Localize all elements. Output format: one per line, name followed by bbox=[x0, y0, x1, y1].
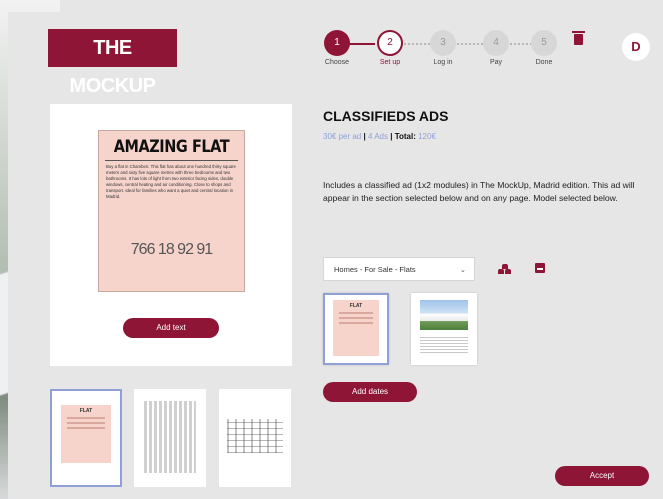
step-number: 2 bbox=[377, 30, 403, 56]
price-per-ad: 30€ per ad bbox=[323, 132, 362, 141]
model-option-flat[interactable]: FLAT bbox=[323, 293, 389, 365]
image-icon[interactable] bbox=[535, 263, 545, 273]
thumbnail-line bbox=[67, 417, 105, 419]
model-line bbox=[339, 317, 373, 319]
step-login[interactable]: 3 Log in bbox=[423, 30, 463, 66]
users-icon[interactable] bbox=[498, 264, 512, 274]
model-option-photo[interactable] bbox=[411, 293, 477, 365]
price-summary: 30€ per ad | 4 Ads | Total: 120€ bbox=[323, 132, 436, 141]
thumbnail-line bbox=[67, 422, 105, 424]
section-select-value: Homes - For Sale - Flats bbox=[334, 265, 416, 274]
model-line bbox=[339, 312, 373, 314]
step-number: 1 bbox=[324, 30, 350, 56]
thumbnail-line bbox=[67, 427, 105, 429]
step-number: 4 bbox=[483, 30, 509, 56]
step-setup[interactable]: 2 Set up bbox=[370, 30, 410, 66]
model-line bbox=[339, 322, 373, 324]
add-dates-button[interactable]: Add dates bbox=[323, 382, 417, 402]
model-preview: FLAT bbox=[333, 300, 379, 356]
ad-body: Buy a flat in Chamberi. This flat has ab… bbox=[106, 164, 236, 199]
thumbnail-ad-image: FLAT bbox=[61, 405, 111, 463]
model-ad-title: FLAT bbox=[349, 303, 363, 309]
step-label: Pay bbox=[489, 59, 503, 66]
section-select[interactable]: Homes - For Sale - Flats ⌄ bbox=[323, 257, 475, 281]
thumbnail-ad[interactable]: FLAT bbox=[50, 389, 122, 487]
model-ad-image: FLAT bbox=[333, 300, 379, 356]
thumbnail-page-grid[interactable] bbox=[219, 389, 291, 487]
thumbnail-page[interactable] bbox=[134, 389, 206, 487]
product-description: Includes a classified ad (1x2 modules) i… bbox=[323, 180, 635, 203]
step-choose[interactable]: 1 Choose bbox=[317, 30, 357, 66]
model-text-lines bbox=[420, 335, 468, 353]
step-label: Done bbox=[535, 59, 553, 66]
step-label: Log in bbox=[433, 59, 453, 66]
trash-icon[interactable] bbox=[572, 31, 585, 45]
total-label: Total: bbox=[394, 132, 416, 141]
product-title: CLASSIFIEDS ADS bbox=[323, 108, 449, 124]
thumbnail-page-image bbox=[144, 401, 196, 473]
step-label: Choose bbox=[324, 59, 350, 66]
step-pay[interactable]: 4 Pay bbox=[476, 30, 516, 66]
model-photo bbox=[420, 300, 468, 330]
step-label: Set up bbox=[379, 59, 401, 66]
ad-phone: 766 18 92 91 bbox=[130, 241, 213, 258]
ad-preview: AMAZING FLAT Buy a flat in Chamberi. Thi… bbox=[98, 130, 245, 292]
step-done[interactable]: 5 Done bbox=[524, 30, 564, 66]
logo[interactable]: THE MOCKUP bbox=[48, 29, 177, 97]
total-value: 120€ bbox=[418, 132, 436, 141]
step-number: 3 bbox=[430, 30, 456, 56]
thumbnail-grid-image bbox=[227, 419, 283, 453]
chevron-down-icon: ⌄ bbox=[459, 265, 466, 274]
step-number: 5 bbox=[531, 30, 557, 56]
ad-title: AMAZING FLAT bbox=[113, 137, 230, 157]
avatar[interactable]: D bbox=[622, 33, 650, 61]
ad-preview-card: AMAZING FLAT Buy a flat in Chamberi. Thi… bbox=[50, 104, 292, 366]
accept-button[interactable]: Accept bbox=[555, 466, 649, 486]
ads-count: 4 Ads bbox=[367, 132, 388, 141]
ad-divider bbox=[105, 160, 238, 161]
thumbnail-ad-title: FLAT bbox=[79, 408, 93, 414]
add-text-button[interactable]: Add text bbox=[123, 318, 219, 338]
